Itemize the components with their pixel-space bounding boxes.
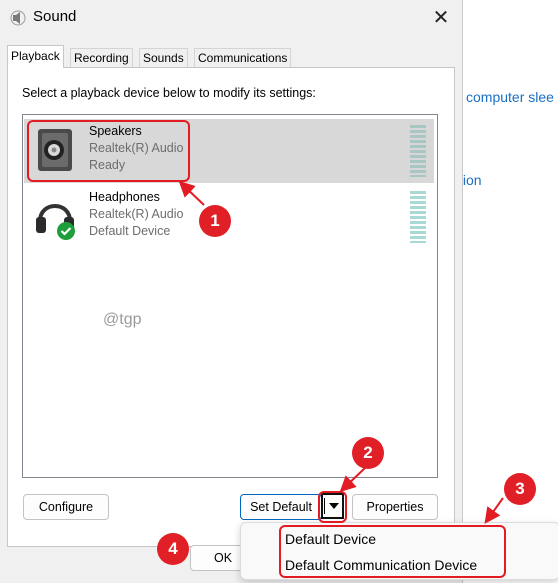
annotation-badge-2: 2 bbox=[352, 437, 384, 469]
tab-playback[interactable]: Playback bbox=[7, 45, 64, 68]
annotation-badge-4: 4 bbox=[157, 533, 189, 565]
annotation-arrows bbox=[178, 180, 504, 524]
annotation-badge-3: 3 bbox=[504, 473, 536, 505]
annotation-badge-1: 1 bbox=[199, 205, 231, 237]
